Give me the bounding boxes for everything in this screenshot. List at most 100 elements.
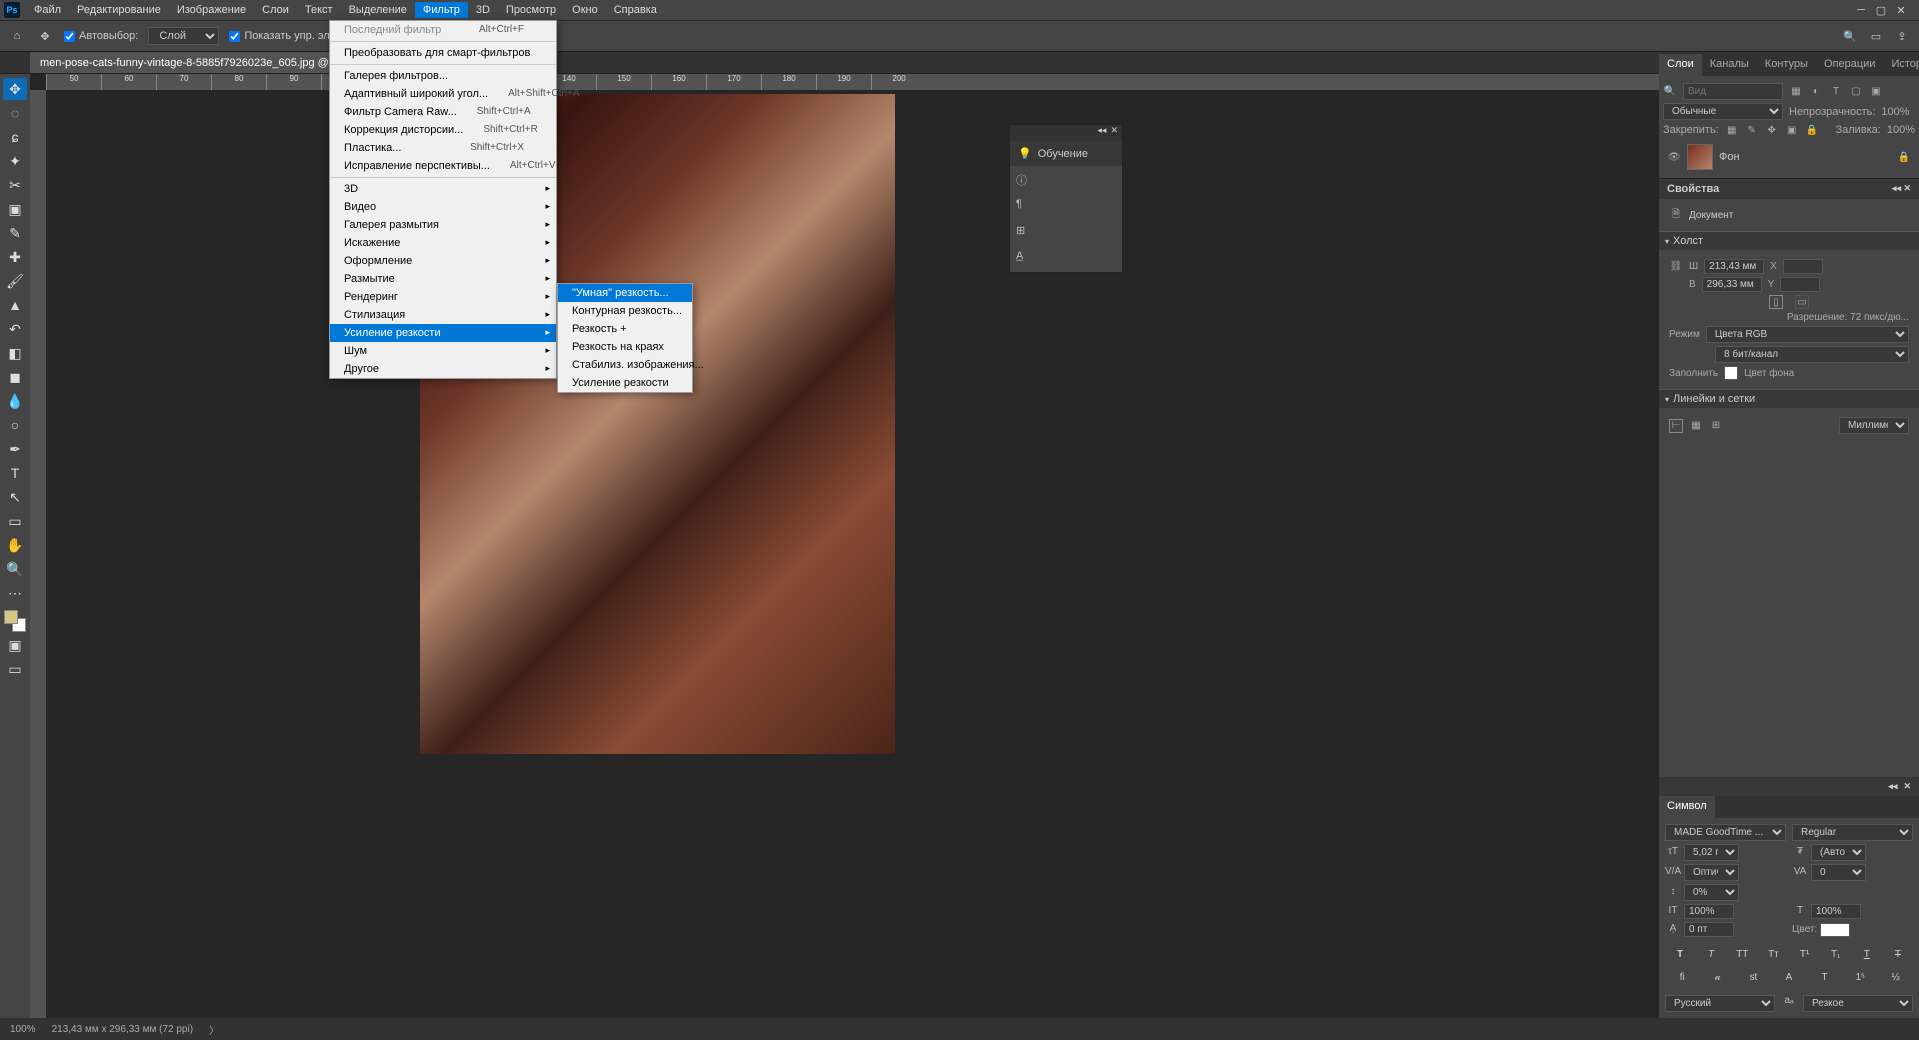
sharpen-more[interactable]: Резкость + [558,320,692,338]
sharpen[interactable]: Усиление резкости [558,374,692,392]
tracking-input[interactable]: 0 [1811,864,1866,881]
move-tool[interactable]: ✥ [3,78,27,100]
link-icon[interactable]: ⛓ [1669,260,1683,274]
opentype-fi-btn[interactable]: fi [1675,970,1690,985]
edit-toolbar[interactable]: ⋯ [3,582,27,604]
menu-view[interactable]: Просмотр [498,2,564,18]
blur-tool[interactable]: 💧 [3,390,27,412]
submenu-other[interactable]: Другое [330,360,556,378]
font-style-select[interactable]: Regular [1792,824,1913,841]
fg-color[interactable] [4,610,18,624]
menu-file[interactable]: Файл [26,2,69,18]
filter-smart-icon[interactable]: ▣ [1869,85,1883,99]
kerning-select[interactable]: Оптически ... [1684,864,1739,881]
eyedropper-tool[interactable]: ✎ [3,222,27,244]
fill-swatch[interactable] [1724,366,1738,380]
visibility-icon[interactable]: 👁 [1667,150,1681,164]
paragraph-styles-icon[interactable]: A̲ [1016,250,1032,266]
lock-frame-icon[interactable]: ▣ [1785,123,1799,137]
font-size-input[interactable]: 5,02 пт [1684,844,1739,861]
menu-liquify[interactable]: Пластика...Shift+Ctrl+X [330,139,556,157]
auto-select-checkbox[interactable]: Автовыбор: [64,30,138,42]
x-input[interactable] [1783,259,1823,274]
submenu-noise[interactable]: Шум [330,342,556,360]
maximize-icon[interactable]: ▢ [1875,4,1887,16]
menu-layers[interactable]: Слои [254,2,297,18]
guides-section[interactable]: ▾Линейки и сетки [1659,389,1919,408]
home-icon[interactable]: ⌂ [8,27,26,45]
opentype-ordinal-btn[interactable]: 1ˢ [1853,970,1868,985]
submenu-sharpen[interactable]: Усиление резкости [330,324,556,342]
shape-tool[interactable]: ▭ [3,510,27,532]
tab-channels[interactable]: Каналы [1702,54,1757,76]
menu-text[interactable]: Текст [297,2,341,18]
menu-help[interactable]: Справка [606,2,665,18]
leading-input[interactable]: (Авто) [1811,844,1866,861]
menu-edit[interactable]: Редактирование [69,2,169,18]
menu-vanishing-point[interactable]: Исправление перспективы...Alt+Ctrl+V [330,157,556,175]
zoom-level[interactable]: 100% [10,1024,36,1035]
history-brush-tool[interactable]: ↶ [3,318,27,340]
caps-btn[interactable]: TT [1735,947,1750,962]
submenu-blur[interactable]: Размытие [330,270,556,288]
marquee-tool[interactable]: ◌ [3,102,27,124]
bold-btn[interactable]: T [1673,947,1688,962]
menu-select[interactable]: Выделение [341,2,415,18]
baseline-input[interactable] [1684,922,1734,937]
gradient-tool[interactable]: ◼ [3,366,27,388]
paragraph-icon[interactable]: ¶ [1016,198,1032,214]
tab-history[interactable]: История [1883,54,1919,76]
ruler-icon[interactable]: ⊢ [1669,419,1683,433]
lock-pixels-icon[interactable]: ▦ [1725,123,1739,137]
filter-shape-icon[interactable]: ▢ [1849,85,1863,99]
tab-layers[interactable]: Слои [1659,54,1702,76]
submenu-render[interactable]: Рендеринг [330,288,556,306]
search-icon[interactable]: 🔍 [1841,27,1859,45]
healing-tool[interactable]: ✚ [3,246,27,268]
menu-window[interactable]: Окно [564,2,606,18]
menu-image[interactable]: Изображение [169,2,254,18]
underline-btn[interactable]: T [1859,947,1874,962]
strikethrough-btn[interactable]: T [1890,947,1905,962]
bit-depth-select[interactable]: 8 бит/канал [1715,346,1909,363]
font-select[interactable]: MADE GoodTime ... [1665,824,1786,841]
height-input[interactable] [1702,277,1762,292]
stamp-tool[interactable]: ▲ [3,294,27,316]
submenu-distort[interactable]: Искажение [330,234,556,252]
layer-group-select[interactable]: Слой [148,27,219,45]
y-input[interactable] [1780,277,1820,292]
portrait-icon[interactable]: ▯ [1769,295,1783,309]
minimize-icon[interactable]: ─ [1855,4,1867,16]
sharpen-edges[interactable]: Резкость на краях [558,338,692,356]
zoom-tool[interactable]: 🔍 [3,558,27,580]
ruler-units-select[interactable]: Миллиме... [1839,417,1909,434]
lock-brush-icon[interactable]: ✎ [1745,123,1759,137]
subscript-btn[interactable]: T₁ [1828,947,1843,962]
glyphs-icon[interactable]: ⊞ [1016,224,1032,240]
vscale-input[interactable]: 0% [1684,884,1739,901]
type-tool[interactable]: T [3,462,27,484]
filter-pixel-icon[interactable]: ▦ [1789,85,1803,99]
filter-type-icon[interactable]: T [1829,85,1843,99]
menu-3d[interactable]: 3D [468,2,498,18]
lock-all-icon[interactable]: 🔒 [1805,123,1819,137]
learn-tab[interactable]: 💡 Обучение [1010,141,1122,166]
smart-sharpen[interactable]: "Умная" резкость... [558,284,692,302]
submenu-stylize[interactable]: Стилизация [330,306,556,324]
eraser-tool[interactable]: ◧ [3,342,27,364]
pixel-grid-icon[interactable]: ⊞ [1709,419,1723,433]
close-panel-icon[interactable]: ✕ [1110,125,1118,141]
opentype-titling-btn[interactable]: T [1817,970,1832,985]
filter-adjust-icon[interactable]: ◐ [1809,85,1823,99]
wand-tool[interactable]: ✦ [3,150,27,172]
opentype-fraction-btn[interactable]: ½ [1888,970,1903,985]
layer-filter-input[interactable] [1683,83,1783,100]
text-color-swatch[interactable] [1820,923,1850,937]
submenu-3d[interactable]: 3D [330,180,556,198]
shake-reduction[interactable]: Стабилиз. изображения... [558,356,692,374]
menu-filter-gallery[interactable]: Галерея фильтров... [330,67,556,85]
pen-tool[interactable]: ✒ [3,438,27,460]
path-tool[interactable]: ↖ [3,486,27,508]
color-mode-select[interactable]: Цвета RGB [1706,326,1909,343]
menu-adaptive-wide[interactable]: Адаптивный широкий угол...Alt+Shift+Ctrl… [330,85,556,103]
